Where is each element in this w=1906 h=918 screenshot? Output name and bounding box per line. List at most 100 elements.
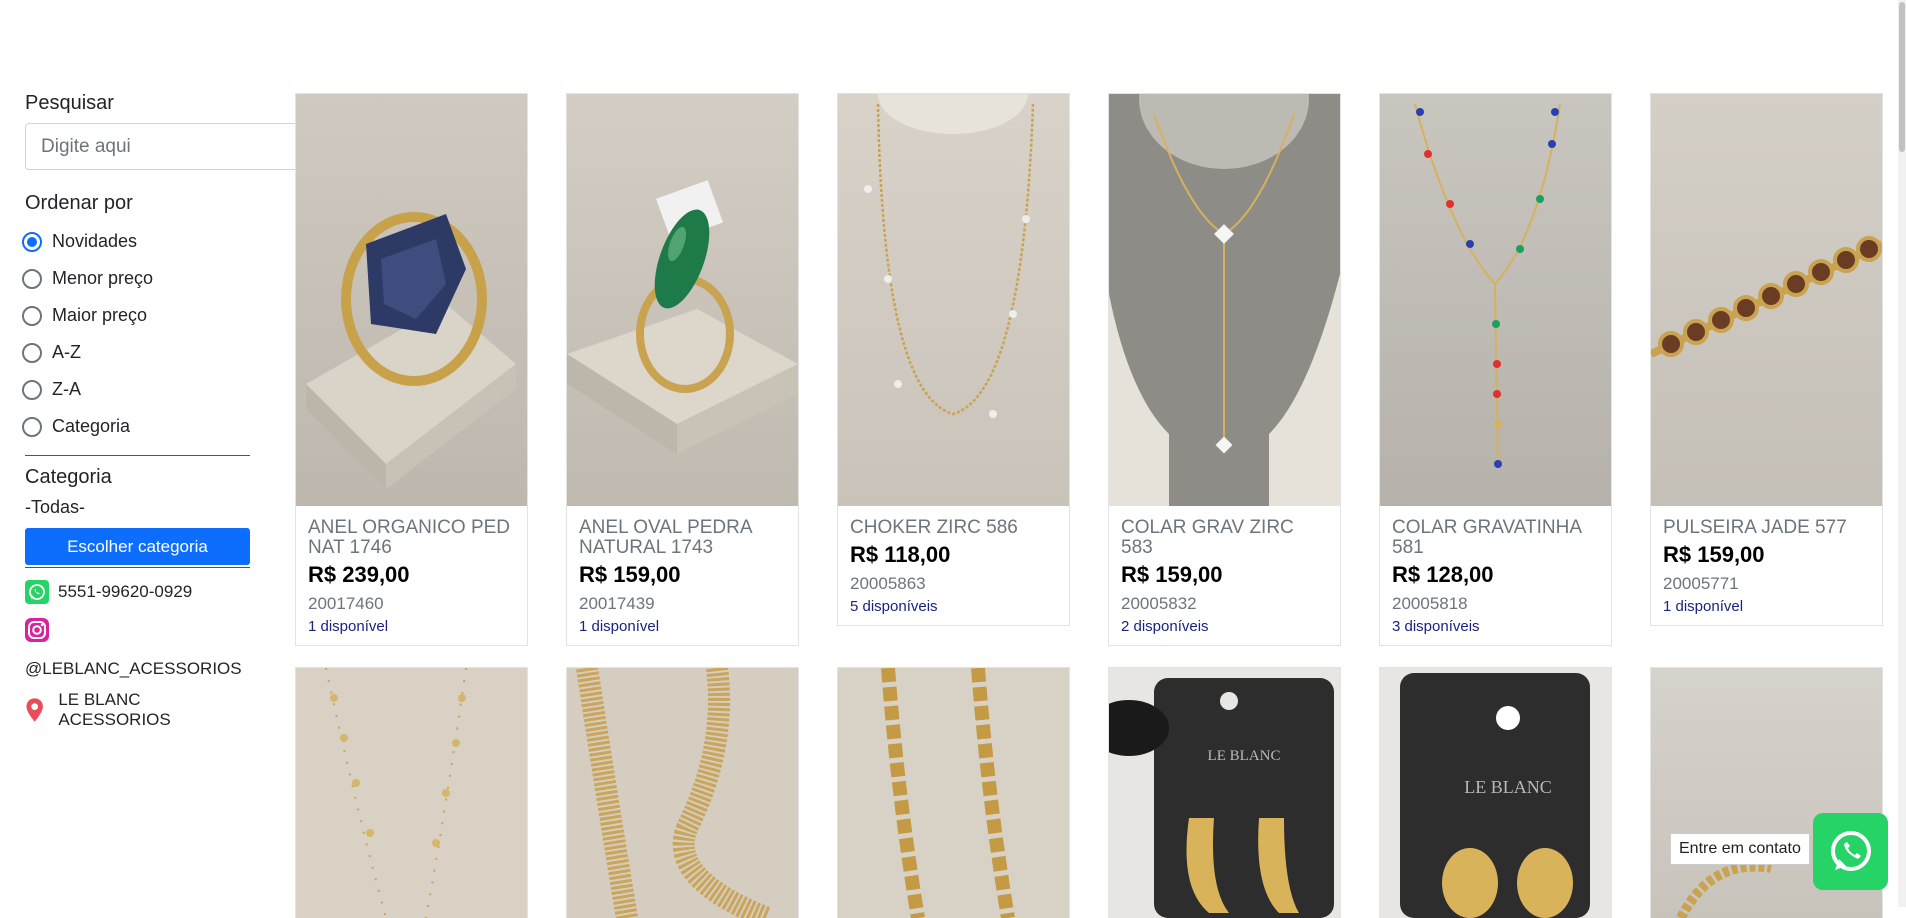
divider [25,567,250,568]
product-stock: 1 disponível [1663,598,1744,615]
product-name[interactable]: CHOKER ZIRC 586 [850,518,1057,538]
product-info: COLAR GRAVATINHA 581 R$ 128,00 20005818 … [1380,506,1611,645]
product-info: PULSEIRA JADE 577 R$ 159,00 20005771 1 d… [1651,506,1882,625]
product-image[interactable] [838,94,1069,506]
product-price: R$ 159,00 [1663,542,1765,567]
sort-option-novidades[interactable]: Novidades [22,223,250,260]
svg-text:LE BLANC: LE BLANC [1208,748,1281,764]
sort-option-a-z[interactable]: A-Z [22,334,250,371]
radio-icon[interactable] [22,342,42,363]
category-title: Categoria [25,466,112,488]
sort-option-label: Novidades [52,231,138,251]
earring-photo: LE BLANC [1109,678,1334,918]
product-card[interactable]: ANEL ORGANICO PED NAT 1746 R$ 239,00 200… [295,93,528,646]
choose-category-button[interactable]: Escolher categoria [25,528,250,565]
sort-option-label: Z-A [52,379,81,399]
svg-text:LE BLANC: LE BLANC [1464,777,1552,797]
product-price: R$ 159,00 [1121,562,1223,587]
whatsapp-tooltip: Entre em contato [1670,833,1810,865]
product-card[interactable]: LE BLANC [1379,667,1612,918]
sort-option-label: Maior preço [52,305,148,325]
sort-option-label: Menor preço [52,268,154,288]
product-info: ANEL ORGANICO PED NAT 1746 R$ 239,00 200… [296,506,527,645]
sort-option-label: A-Z [52,342,81,362]
product-name[interactable]: ANEL ORGANICO PED NAT 1746 [308,518,515,558]
product-image[interactable] [1109,94,1340,506]
radio-icon[interactable] [22,305,42,326]
product-card[interactable]: COLAR GRAV ZIRC 583 R$ 159,00 20005832 2… [1108,93,1341,646]
product-image[interactable]: LE BLANC [1109,668,1340,918]
product-code: 20005832 [1121,594,1197,613]
chain-photo [576,668,772,918]
sort-option-categoria[interactable]: Categoria [22,408,250,445]
product-price: R$ 128,00 [1392,562,1494,587]
bracelet-photo [1651,236,1882,358]
sort-option-maior-preco[interactable]: Maior preço [22,297,250,334]
necklace-photo [864,94,1035,418]
product-image[interactable]: LE BLANC [1380,668,1611,918]
product-card[interactable]: LE BLANC [1108,667,1341,918]
product-name[interactable]: COLAR GRAV ZIRC 583 [1121,518,1328,558]
product-name[interactable]: COLAR GRAVATINHA 581 [1392,518,1599,558]
product-image[interactable] [1380,94,1611,506]
product-stock: 2 disponíveis [1121,618,1209,635]
sort-title: Ordenar por [25,192,133,214]
product-image[interactable] [296,668,527,918]
radio-icon[interactable] [22,416,42,437]
product-card[interactable] [295,667,528,918]
earring-photo: LE BLANC [1400,673,1590,918]
product-info: ANEL OVAL PEDRA NATURAL 1743 R$ 159,00 2… [567,506,798,645]
product-card[interactable]: PULSEIRA JADE 577 R$ 159,00 20005771 1 d… [1650,93,1883,626]
sidebar: Pesquisar Ordenar por Novidades Menor pr… [22,92,325,730]
search-title: Pesquisar [25,92,114,114]
divider [25,455,250,456]
product-image[interactable] [567,668,798,918]
instagram-handle[interactable]: @LEBLANC_ACESSORIOS [25,659,250,679]
ring-photo [306,212,516,489]
product-image[interactable] [567,94,798,506]
product-card[interactable]: CHOKER ZIRC 586 R$ 118,00 20005863 5 dis… [837,93,1070,626]
product-stock: 5 disponíveis [850,598,938,615]
product-price: R$ 118,00 [850,542,951,567]
instagram-icon [25,618,49,642]
product-card[interactable] [566,667,799,918]
store-name: LE BLANC ACESSORIOS [58,690,171,729]
product-stock: 3 disponíveis [1392,618,1480,635]
product-code: 20005771 [1663,574,1739,593]
product-name[interactable]: ANEL OVAL PEDRA NATURAL 1743 [579,518,786,558]
product-card[interactable]: ANEL OVAL PEDRA NATURAL 1743 R$ 159,00 2… [566,93,799,646]
radio-icon[interactable] [22,379,42,400]
product-code: 20017460 [308,594,384,613]
product-image[interactable] [1651,94,1882,506]
product-card[interactable]: COLAR GRAVATINHA 581 R$ 128,00 20005818 … [1379,93,1612,646]
scrollbar-thumb[interactable] [1899,2,1905,152]
phone-number: 5551-99620-0929 [58,582,193,601]
instagram-icon-row[interactable] [25,618,250,647]
sort-option-label: Categoria [52,416,131,436]
product-stock: 1 disponível [308,618,389,635]
sort-options: Novidades Menor preço Maior preço A-Z Z-… [22,223,250,445]
product-price: R$ 159,00 [579,562,681,587]
sort-option-menor-preco[interactable]: Menor preço [22,260,250,297]
location-row[interactable]: LE BLANC ACESSORIOS [25,690,250,730]
ring-photo [567,180,798,454]
product-stock: 1 disponível [579,618,660,635]
product-image[interactable] [296,94,527,506]
product-card[interactable] [837,667,1070,918]
phone-row[interactable]: 5551-99620-0929 [25,580,250,604]
whatsapp-icon [25,580,49,604]
whatsapp-float-button[interactable] [1813,813,1888,890]
necklace-photo [1109,94,1340,506]
search-input[interactable] [25,123,301,170]
product-name[interactable]: PULSEIRA JADE 577 [1663,518,1870,538]
page-scrollbar[interactable] [1898,0,1906,907]
sort-option-z-a[interactable]: Z-A [22,371,250,408]
radio-icon[interactable] [22,268,42,289]
radio-checked-icon[interactable] [22,231,42,252]
chain-photo [881,668,1015,918]
product-code: 20005818 [1392,594,1468,613]
product-image[interactable] [838,668,1069,918]
product-info: CHOKER ZIRC 586 R$ 118,00 20005863 5 dis… [838,506,1069,625]
necklace-photo [325,668,467,918]
search-group [25,123,325,170]
